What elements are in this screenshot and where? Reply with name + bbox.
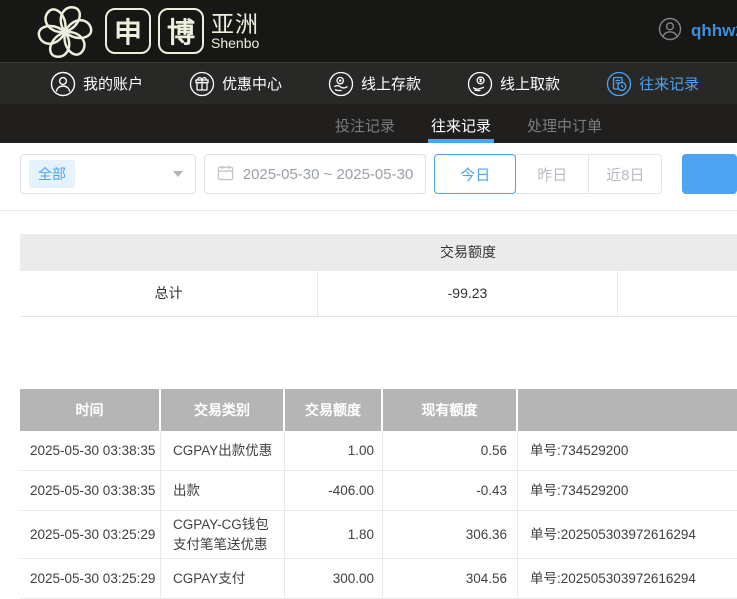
- summary-total-value: -99.23: [318, 271, 618, 316]
- records-icon: [606, 71, 632, 97]
- cell-balance: -0.43: [383, 471, 518, 510]
- summary-table: 交易额度 总计 -99.23: [20, 234, 737, 317]
- summary-total-label: 总计: [20, 271, 318, 316]
- nav-item-withdraw[interactable]: 线上取款: [467, 71, 560, 97]
- quick-date-buttons: 今日 昨日 近8日: [434, 154, 662, 194]
- nav-item-transaction-records[interactable]: 往来记录: [606, 71, 699, 97]
- user-block[interactable]: qhhw2: [658, 0, 737, 62]
- cell-balance: 0.56: [383, 431, 518, 470]
- table-row: 2025-05-30 03:25:29 CGPAY-CG钱包支付笔笔送优惠 1.…: [20, 511, 737, 559]
- type-select-value: 全部: [29, 160, 75, 188]
- withdraw-icon: [467, 71, 493, 97]
- records-table-header: 时间 交易类别 交易额度 现有额度 摘要: [20, 389, 737, 431]
- tab-pending-orders[interactable]: 处理中订单: [527, 104, 602, 143]
- records-table: 时间 交易类别 交易额度 现有额度 摘要 2025-05-30 03:38:35…: [20, 389, 737, 599]
- summary-table-header: 交易额度: [20, 234, 737, 271]
- cell-amount: 300.00: [285, 559, 383, 598]
- filter-divider: [0, 210, 737, 211]
- filter-row: 全部 2025-05-30 ~ 2025-05-30 今日 昨日 近8日: [20, 154, 737, 194]
- cell-type: CGPAY支付: [161, 559, 285, 598]
- cell-summary: 单号:202505303972616294: [518, 511, 737, 558]
- user-avatar-icon: [658, 17, 682, 46]
- logo-region: 亚洲: [211, 12, 259, 36]
- column-header-amount: 交易额度: [285, 389, 383, 431]
- nav-label: 我的账户: [83, 73, 143, 94]
- sub-nav: 投注记录 往来记录 处理中订单: [0, 104, 737, 143]
- nav-label: 优惠中心: [222, 73, 282, 94]
- user-icon: [50, 71, 76, 97]
- logo-text: 亚洲 Shenbo: [211, 12, 259, 51]
- column-header-summary: 摘要: [518, 389, 737, 431]
- main-nav: 我的账户 优惠中心 线上存款: [0, 62, 737, 104]
- logo-subtitle: Shenbo: [211, 36, 259, 51]
- table-row: 2025-05-30 03:38:35 CGPAY出款优惠 1.00 0.56 …: [20, 431, 737, 471]
- top-bar: 申 博 亚洲 Shenbo qhhw2: [0, 0, 737, 62]
- gift-icon: [189, 71, 215, 97]
- nav-label: 线上取款: [500, 73, 560, 94]
- cell-amount: -406.00: [285, 471, 383, 510]
- username: qhhw2: [691, 21, 737, 41]
- cell-amount: 1.80: [285, 511, 383, 558]
- type-select[interactable]: 全部: [20, 154, 196, 194]
- cell-balance: 306.36: [383, 511, 518, 558]
- logo-char-shen: 申: [105, 8, 151, 54]
- flower-logo-icon: [32, 0, 98, 70]
- nav-label: 线上存款: [361, 73, 421, 94]
- cell-time: 2025-05-30 03:38:35: [20, 471, 161, 510]
- tab-transaction-records[interactable]: 往来记录: [431, 104, 491, 143]
- date-range-value: 2025-05-30 ~ 2025-05-30: [243, 166, 414, 183]
- tab-betting-records[interactable]: 投注记录: [335, 104, 395, 143]
- cell-summary: 单号:734529200: [518, 431, 737, 470]
- last-8-days-button[interactable]: 近8日: [588, 154, 662, 194]
- date-range-input[interactable]: 2025-05-30 ~ 2025-05-30: [204, 154, 427, 194]
- cell-summary: 单号:202505303972616294: [518, 559, 737, 598]
- column-header-time: 时间: [20, 389, 161, 431]
- nav-label: 往来记录: [639, 73, 699, 94]
- chevron-down-icon: [173, 171, 183, 177]
- cell-type: CGPAY-CG钱包支付笔笔送优惠: [161, 511, 285, 558]
- summary-amount-header: 交易额度: [318, 234, 618, 271]
- cell-time: 2025-05-30 03:25:29: [20, 559, 161, 598]
- cell-type: CGPAY出款优惠: [161, 431, 285, 470]
- nav-item-promotions[interactable]: 优惠中心: [189, 71, 282, 97]
- cell-amount: 1.00: [285, 431, 383, 470]
- nav-item-my-account[interactable]: 我的账户: [50, 71, 143, 97]
- logo-char-bo: 博: [158, 8, 204, 54]
- cell-time: 2025-05-30 03:25:29: [20, 511, 161, 558]
- calendar-icon: [217, 164, 234, 185]
- cell-summary: 单号:734529200: [518, 471, 737, 510]
- column-header-balance: 现有额度: [383, 389, 518, 431]
- site-logo[interactable]: 申 博 亚洲 Shenbo: [32, 0, 259, 62]
- table-row: 2025-05-30 03:25:29 CGPAY支付 300.00 304.5…: [20, 559, 737, 599]
- table-row: 2025-05-30 03:38:35 出款 -406.00 -0.43 单号:…: [20, 471, 737, 511]
- today-button[interactable]: 今日: [434, 154, 516, 194]
- yesterday-button[interactable]: 昨日: [515, 154, 589, 194]
- nav-item-deposit[interactable]: 线上存款: [328, 71, 421, 97]
- cell-time: 2025-05-30 03:38:35: [20, 431, 161, 470]
- cell-balance: 304.56: [383, 559, 518, 598]
- deposit-icon: [328, 71, 354, 97]
- summary-total-row: 总计 -99.23: [20, 271, 737, 317]
- search-button[interactable]: [682, 154, 737, 194]
- summary-empty-cell: [618, 271, 737, 316]
- cell-type: 出款: [161, 471, 285, 510]
- column-header-type: 交易类别: [161, 389, 285, 431]
